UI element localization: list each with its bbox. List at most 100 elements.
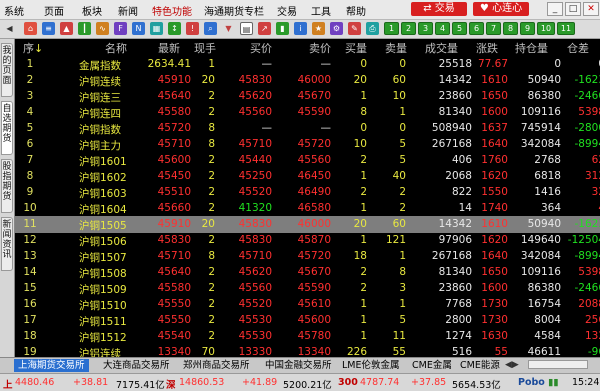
filter-icon[interactable]: ▼ bbox=[222, 22, 235, 35]
col-oi-diff[interactable]: 仓差 bbox=[567, 40, 589, 56]
sort-icon[interactable]: ↕ bbox=[168, 22, 181, 35]
col-last[interactable]: 最新 bbox=[158, 40, 180, 56]
menu-news[interactable]: 新闻 bbox=[118, 3, 138, 18]
tab-news-info[interactable]: 新闻资讯 bbox=[1, 217, 13, 271]
table-row[interactable]: 9 沪铜1603 45510 2 45520 46490 2 2 822 1550 1416 32 bbox=[15, 184, 600, 201]
f10-icon[interactable]: F bbox=[114, 22, 127, 35]
table-row[interactable]: 16 沪铜1510 45550 2 45520 45610 1 1 7768 1730 16754 2… bbox=[15, 296, 600, 313]
table-row[interactable]: 1金属指数2634.411——002551877.6700 bbox=[15, 56, 600, 73]
menu-sector[interactable]: 板块 bbox=[82, 3, 102, 18]
col-askv[interactable]: 卖量 bbox=[385, 40, 407, 56]
tab-cme-energy[interactable]: CME能源 bbox=[460, 359, 500, 372]
info-icon[interactable]: i bbox=[294, 22, 307, 35]
cell-ask-volume: 5 bbox=[399, 314, 406, 326]
table-row[interactable]: 10沪铜16044566024132046580121417403644 bbox=[15, 200, 600, 217]
home-icon[interactable]: ⌂ bbox=[24, 22, 37, 35]
page-button-2[interactable]: 2 bbox=[401, 22, 416, 35]
minute-icon[interactable]: ∿ bbox=[96, 22, 109, 35]
table-row[interactable]: 14 沪铜1508 45640 2 45620 45670 2 8 81340 1650 10911… bbox=[15, 264, 600, 281]
multi-window-icon[interactable]: ▦ bbox=[150, 22, 163, 35]
table-row[interactable]: 6 沪铜主力 45710 8 45710 45720 10 5 267168 1640 342084… bbox=[15, 136, 600, 153]
tab-lme[interactable]: LME伦敦金属 bbox=[342, 359, 400, 372]
page-button-5[interactable]: 5 bbox=[452, 22, 467, 35]
table-row[interactable]: 3 沪铜连三 45640 2 45620 45670 1 10 23860 1650 86380 -2… bbox=[15, 88, 600, 105]
star-icon[interactable]: ★ bbox=[312, 22, 325, 35]
table-row[interactable]: 11 沪铜1505 45910 20 45830 46000 20 60 14342 1610 50… bbox=[15, 216, 600, 233]
trend-icon[interactable]: ↗ bbox=[258, 22, 271, 35]
col-bidv[interactable]: 买量 bbox=[345, 40, 367, 56]
col-ask[interactable]: 卖价 bbox=[309, 40, 331, 56]
bar-chart-icon[interactable]: ▮ bbox=[276, 22, 289, 35]
menu-haitong-column[interactable]: 海通期货专栏 bbox=[204, 3, 264, 18]
page-button-9[interactable]: 9 bbox=[520, 22, 535, 35]
tab-index-futures[interactable]: 股指期货 bbox=[1, 159, 13, 213]
table-row[interactable]: 15 沪铜1509 45580 2 45560 45590 2 3 23860 1600 86380… bbox=[15, 280, 600, 297]
col-seq[interactable]: 序↓ bbox=[23, 40, 43, 56]
col-change[interactable]: 涨跌 bbox=[476, 40, 498, 56]
ticker-sh-amount: 7175.41亿 bbox=[116, 380, 165, 391]
heart-button[interactable]: ♥ 心连心 bbox=[473, 2, 529, 16]
page-button-8[interactable]: 8 bbox=[503, 22, 518, 35]
menu-page[interactable]: 页面 bbox=[44, 3, 64, 18]
tab-dce[interactable]: 大连商品交易所 bbox=[103, 359, 170, 372]
cell-ask: 46000 bbox=[297, 74, 331, 86]
menu-help[interactable]: 帮助 bbox=[346, 3, 366, 18]
col-name[interactable]: 名称 bbox=[105, 40, 127, 56]
chart-icon[interactable]: ▲ bbox=[60, 22, 73, 35]
table-row[interactable]: 13 沪铜1507 45710 8 45710 45720 18 1 267168 1640 342… bbox=[15, 248, 600, 265]
table-row[interactable]: 17 沪铜1511 45550 2 45530 45600 1 5 2800 1730 8004 25… bbox=[15, 312, 600, 329]
col-hand[interactable]: 现手 bbox=[194, 40, 216, 56]
cell-ask-volume: 3 bbox=[399, 282, 406, 294]
cell-volume: 14342 bbox=[438, 74, 472, 86]
quote-icon[interactable]: ≡ bbox=[42, 22, 55, 35]
cell-last: 45710 bbox=[157, 250, 191, 262]
tab-cffex[interactable]: 中国金融交易所 bbox=[265, 359, 332, 372]
cell-last: 45720 bbox=[157, 122, 191, 134]
alert-icon[interactable]: ! bbox=[186, 22, 199, 35]
page-button-1[interactable]: 1 bbox=[384, 22, 399, 35]
table-row[interactable]: 12 沪铜1506 45830 2 45830 45870 1 121 97906 1620 149… bbox=[15, 232, 600, 249]
maximize-button[interactable]: □ bbox=[565, 2, 581, 16]
tool-icon[interactable]: ✎ bbox=[348, 22, 361, 35]
print-icon[interactable]: ⎙ bbox=[366, 22, 379, 35]
tab-my-page[interactable]: 我的页面 bbox=[1, 43, 13, 97]
col-open-interest[interactable]: 持仓量 bbox=[515, 40, 548, 56]
horizontal-scrollbar[interactable] bbox=[528, 360, 588, 369]
back-icon[interactable]: ◀ bbox=[3, 22, 16, 35]
settings-icon[interactable]: ⚙ bbox=[330, 22, 343, 35]
page-button-3[interactable]: 3 bbox=[418, 22, 433, 35]
table-icon[interactable]: ▤ bbox=[240, 22, 253, 35]
col-volume[interactable]: 成交量 bbox=[425, 40, 458, 56]
table-row[interactable]: 19 沪铝连续 13340 70 13330 13340 226 55 516 55 46611 -9… bbox=[15, 344, 600, 357]
close-button[interactable]: ✕ bbox=[583, 2, 599, 16]
table-row[interactable]: 8 沪铜1602 45450 2 45250 46450 1 40 2068 1620 6818 31… bbox=[15, 168, 600, 185]
scroll-left-icon[interactable]: ◀▶ bbox=[505, 360, 519, 370]
table-row[interactable]: 5 沪铜指数 45720 8 — — 0 0 508940 1637 745914 -2800 bbox=[15, 120, 600, 137]
table-row[interactable]: 7 沪铜1601 45600 2 45440 45560 2 5 406 1760 2768 62 bbox=[15, 152, 600, 169]
menu-tools[interactable]: 工具 bbox=[311, 3, 331, 18]
page-button-7[interactable]: 7 bbox=[486, 22, 501, 35]
page-button-4[interactable]: 4 bbox=[435, 22, 450, 35]
table-row[interactable]: 4 沪铜连四 45580 2 45560 45590 8 1 81340 1600 109116 53… bbox=[15, 104, 600, 121]
ticker-300-amount: 5654.53亿 bbox=[452, 380, 501, 391]
menu-system[interactable]: 系统 bbox=[4, 3, 24, 18]
tab-self-futures[interactable]: 自选期货 bbox=[1, 101, 13, 155]
tab-czce[interactable]: 郑州商品交易所 bbox=[183, 359, 250, 372]
tab-shfe[interactable]: 上海期货交易所 bbox=[14, 359, 89, 372]
tab-cme-metal[interactable]: CME金属 bbox=[412, 359, 452, 372]
table-row[interactable]: 2 沪铜连续 45910 20 45830 46000 20 60 14342 1610 50940… bbox=[15, 72, 600, 89]
trade-button[interactable]: ⇄ 交易 bbox=[411, 2, 467, 16]
minimize-button[interactable]: _ bbox=[547, 2, 563, 16]
col-bid[interactable]: 买价 bbox=[250, 40, 272, 56]
news-icon[interactable]: N bbox=[132, 22, 145, 35]
cell-volume: 1274 bbox=[445, 330, 472, 342]
table-row[interactable]: 18 沪铜1512 45540 2 45530 45780 1 11 1274 1630 4584 1… bbox=[15, 328, 600, 345]
search-icon[interactable]: ⌕ bbox=[204, 22, 217, 35]
cell-name: 沪铜1603 bbox=[79, 188, 127, 200]
kline-icon[interactable]: ┃ bbox=[78, 22, 91, 35]
page-button-6[interactable]: 6 bbox=[469, 22, 484, 35]
page-button-10[interactable]: 10 bbox=[537, 22, 555, 35]
menu-trade[interactable]: 交易 bbox=[277, 3, 297, 18]
page-button-11[interactable]: 11 bbox=[557, 22, 575, 35]
menu-features[interactable]: 特色功能 bbox=[152, 3, 192, 18]
